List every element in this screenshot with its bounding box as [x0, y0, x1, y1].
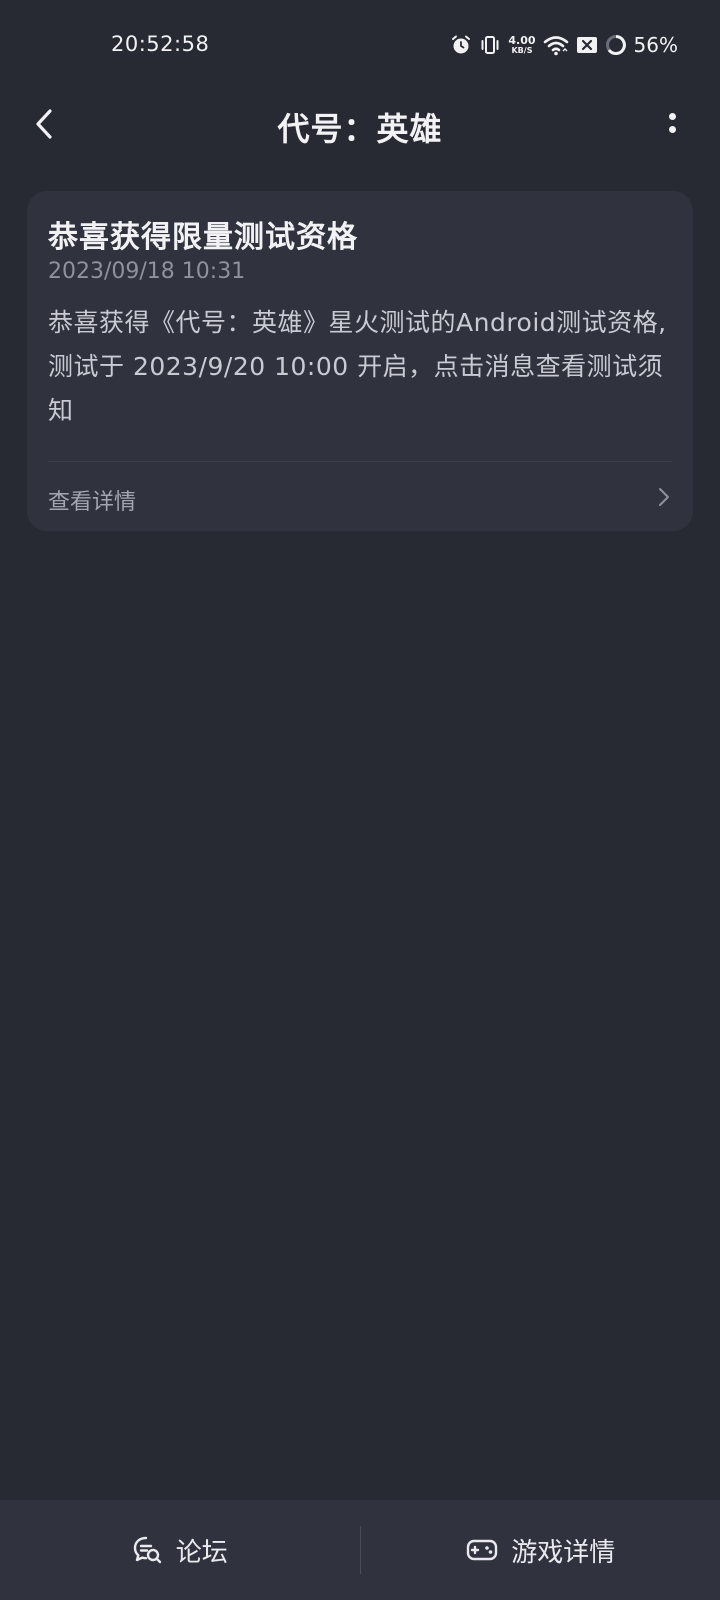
message-body: 恭喜获得《代号：英雄》星火测试的Android测试资格,测试于 2023/9/2… — [48, 308, 667, 425]
view-details-label: 查看详情 — [48, 490, 137, 515]
battery-icon — [605, 34, 627, 56]
status-icons: 4.00 KB/S 56% — [450, 30, 678, 60]
forum-label: 论坛 — [175, 1537, 228, 1568]
alarm-icon — [450, 34, 472, 56]
network-speed: 4.00 KB/S — [508, 35, 535, 55]
more-options-button[interactable] — [654, 98, 690, 148]
status-time: 20:52:58 — [111, 32, 210, 56]
forum-chat-icon — [133, 1536, 161, 1564]
vibrate-icon — [479, 34, 501, 56]
screen: 20:52:58 4.00 KB/S 56% 代号：英雄 恭喜获得限量测试资格 … — [0, 0, 720, 1600]
page-title: 代号：英雄 — [277, 110, 443, 148]
network-speed-value: 4.00 — [508, 34, 536, 47]
more-dot-icon — [668, 113, 676, 120]
status-bar: 20:52:58 4.00 KB/S 56% — [0, 0, 720, 90]
network-speed-unit: KB/S — [511, 46, 533, 55]
bottom-action-bar: 论坛 游戏详情 — [0, 1500, 720, 1600]
game-details-label: 游戏详情 — [511, 1537, 616, 1568]
game-details-button[interactable]: 游戏详情 — [361, 1500, 720, 1600]
message-date: 2023/09/18 10:31 — [48, 259, 246, 284]
gamepad-icon — [467, 1539, 498, 1561]
message-card[interactable]: 恭喜获得限量测试资格 2023/09/18 10:31 恭喜获得《代号：英雄》星… — [27, 191, 693, 531]
view-details-link[interactable]: 查看详情 — [27, 462, 693, 531]
chevron-right-icon — [659, 488, 669, 506]
message-title: 恭喜获得限量测试资格 — [48, 220, 358, 255]
wifi-icon — [543, 34, 569, 56]
app-header: 代号：英雄 — [0, 90, 720, 160]
battery-percentage: 56% — [633, 33, 678, 57]
more-dot-icon — [668, 126, 676, 133]
no-sim-icon — [576, 35, 598, 55]
forum-button[interactable]: 论坛 — [0, 1500, 360, 1600]
